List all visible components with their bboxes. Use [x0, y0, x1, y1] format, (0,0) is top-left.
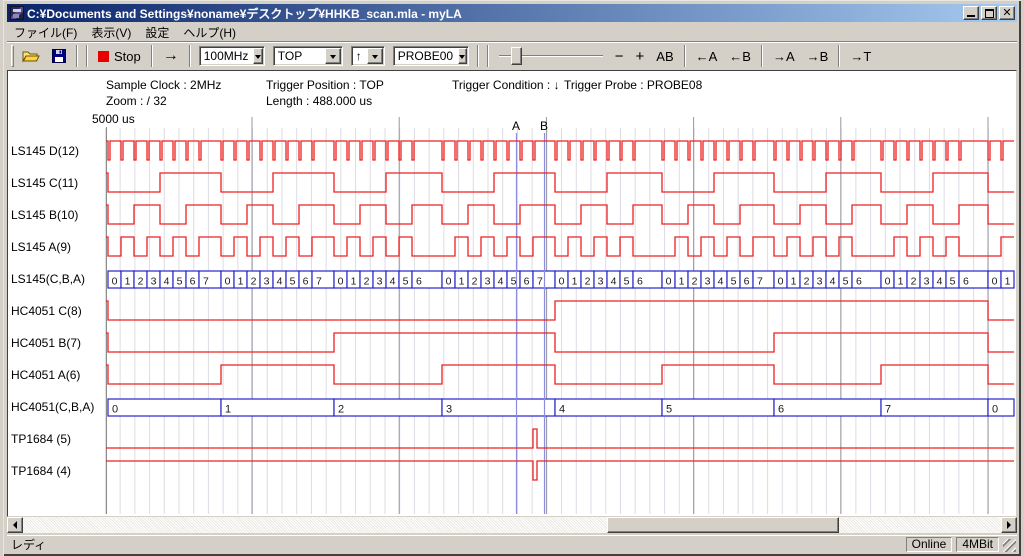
- menu-help[interactable]: ヘルプ(H): [176, 23, 243, 42]
- scroll-right-button[interactable]: [1001, 517, 1017, 533]
- sample-rate-value: 100MHz: [200, 47, 253, 65]
- zoom-slider-thumb[interactable]: [511, 47, 522, 65]
- toolbar: Stop → 100MHz TOP ↑ PROBE00 − + AB: [7, 41, 1017, 70]
- waveform-view: [7, 70, 1017, 517]
- probe-value: PROBE00: [394, 47, 457, 65]
- chevron-down-icon: [255, 55, 261, 62]
- resize-grip[interactable]: [1003, 539, 1016, 552]
- scroll-left-button[interactable]: [7, 517, 23, 533]
- close-icon: ✕: [1002, 7, 1011, 19]
- close-button[interactable]: ✕: [999, 6, 1015, 20]
- sample-rate-dropdown-button[interactable]: [253, 48, 262, 64]
- toolbar-separator: [838, 45, 840, 67]
- application-window: C:¥Documents and Settings¥noname¥デスクトップ¥…: [0, 0, 1024, 556]
- probe-combo[interactable]: PROBE00: [393, 46, 469, 66]
- stop-label: Stop: [114, 49, 141, 64]
- toolbar-separator: [151, 45, 153, 67]
- arrow-right-icon: [1007, 521, 1015, 529]
- goto-a-right-button[interactable]: →A: [767, 44, 801, 68]
- maximize-button[interactable]: [981, 6, 997, 20]
- arrow-left-icon: [9, 521, 17, 529]
- toolbar-separator: [76, 45, 78, 67]
- run-arrow-icon: →: [163, 47, 179, 65]
- toolbar-separator: [487, 45, 489, 67]
- horizontal-scrollbar[interactable]: [7, 517, 1017, 533]
- app-icon[interactable]: [10, 6, 24, 20]
- goto-trigger-button[interactable]: →T: [844, 44, 877, 68]
- title-bar: C:¥Documents and Settings¥noname¥デスクトップ¥…: [7, 4, 1017, 22]
- minimize-button[interactable]: [963, 6, 979, 20]
- stop-button[interactable]: Stop: [92, 44, 147, 68]
- goto-b-right-button[interactable]: →B: [801, 44, 835, 68]
- toolbar-grip[interactable]: [11, 45, 14, 67]
- trigger-position-value: TOP: [274, 47, 324, 65]
- save-floppy-icon: [52, 49, 66, 63]
- chevron-down-icon: [330, 55, 336, 62]
- open-folder-icon: [22, 49, 40, 63]
- ab-button[interactable]: AB: [650, 44, 679, 68]
- status-memory: 4MBit: [956, 537, 999, 552]
- zoom-in-button[interactable]: +: [630, 44, 651, 68]
- toolbar-separator: [477, 45, 479, 67]
- window-title: C:¥Documents and Settings¥noname¥デスクトップ¥…: [27, 5, 961, 22]
- toolbar-separator: [684, 45, 686, 67]
- minimize-icon: [967, 15, 975, 17]
- stop-icon: [98, 51, 109, 62]
- toolbar-separator: [761, 45, 763, 67]
- toolbar-separator: [86, 45, 88, 67]
- menu-settings[interactable]: 設定: [138, 23, 176, 42]
- goto-a-left-button[interactable]: ←A: [690, 44, 724, 68]
- trigger-position-dropdown-button[interactable]: [325, 48, 341, 64]
- trigger-position-combo[interactable]: TOP: [273, 46, 343, 66]
- status-online: Online: [906, 537, 953, 552]
- menu-view[interactable]: 表示(V): [84, 23, 138, 42]
- scrollbar-thumb[interactable]: [607, 517, 839, 533]
- trigger-edge-dropdown-button[interactable]: [367, 48, 383, 64]
- trigger-edge-value: ↑: [352, 47, 366, 65]
- sample-rate-combo[interactable]: 100MHz: [199, 46, 265, 66]
- run-button[interactable]: →: [157, 44, 185, 68]
- zoom-out-button[interactable]: −: [609, 44, 630, 68]
- status-ready: レディ: [7, 536, 906, 553]
- toolbar-separator: [189, 45, 191, 67]
- open-file-button[interactable]: [16, 44, 46, 68]
- chevron-down-icon: [459, 55, 465, 62]
- menu-file[interactable]: ファイル(F): [7, 23, 84, 42]
- maximize-icon: [985, 9, 994, 18]
- probe-dropdown-button[interactable]: [458, 48, 467, 64]
- menu-bar: ファイル(F) 表示(V) 設定 ヘルプ(H): [7, 23, 1017, 41]
- trigger-edge-combo[interactable]: ↑: [351, 46, 385, 66]
- goto-b-left-button[interactable]: ←B: [723, 44, 757, 68]
- status-bar: レディ Online 4MBit: [7, 535, 1017, 552]
- chevron-down-icon: [372, 55, 378, 62]
- zoom-slider[interactable]: [499, 45, 603, 67]
- save-file-button[interactable]: [46, 44, 72, 68]
